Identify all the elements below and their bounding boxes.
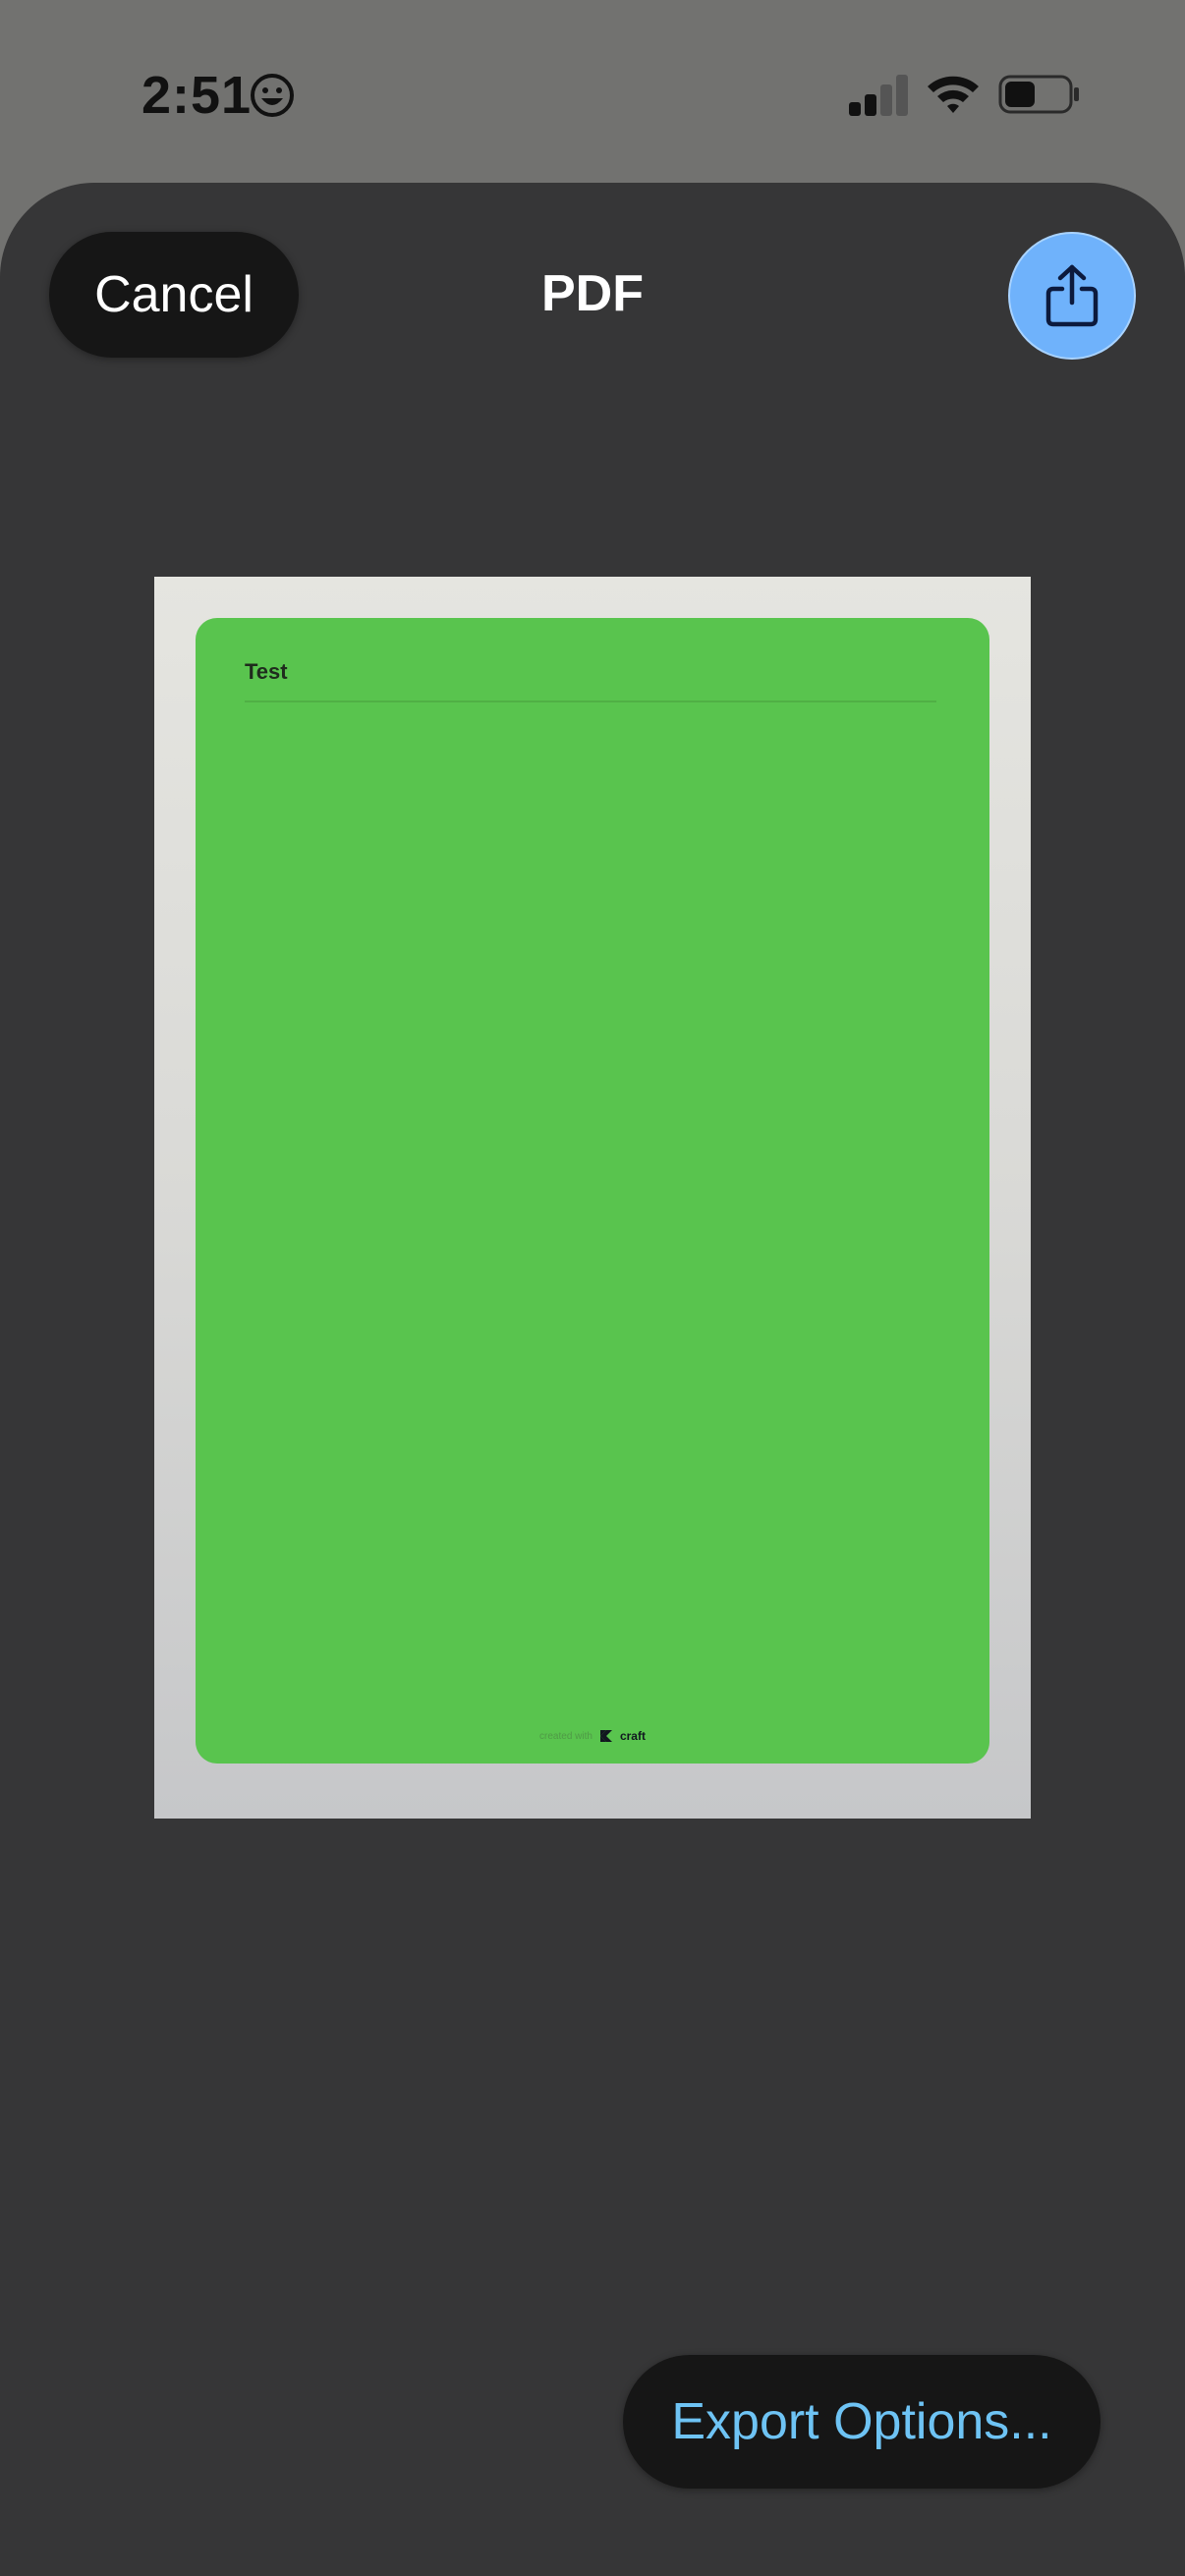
footer-prefix: created with (539, 1730, 592, 1742)
pdf-footer: created with craft (196, 1728, 989, 1744)
export-options-button[interactable]: Export Options... (623, 2355, 1100, 2489)
document-title: Test (245, 659, 288, 684)
footer-brand: craft (619, 1729, 646, 1743)
share-button[interactable] (1008, 232, 1136, 360)
pdf-preview-page[interactable]: Test created with craft (154, 577, 1031, 1819)
sheet-title: PDF (541, 265, 644, 322)
cellular-signal-icon (849, 75, 908, 116)
title-divider (245, 700, 936, 702)
status-time: 2:51 (141, 66, 253, 125)
smiley-face-icon (251, 74, 294, 117)
battery-icon (998, 75, 1079, 114)
cancel-button[interactable]: Cancel (49, 232, 299, 358)
pdf-document-card: Test created with craft (196, 618, 989, 1764)
status-bar: 2:51 (0, 0, 1185, 177)
screen: 2:51 Cancel PDF Export Options... Test c… (0, 0, 1185, 2576)
wifi-icon (928, 76, 979, 113)
share-icon (1045, 264, 1099, 327)
craft-logo-icon (599, 1730, 612, 1742)
